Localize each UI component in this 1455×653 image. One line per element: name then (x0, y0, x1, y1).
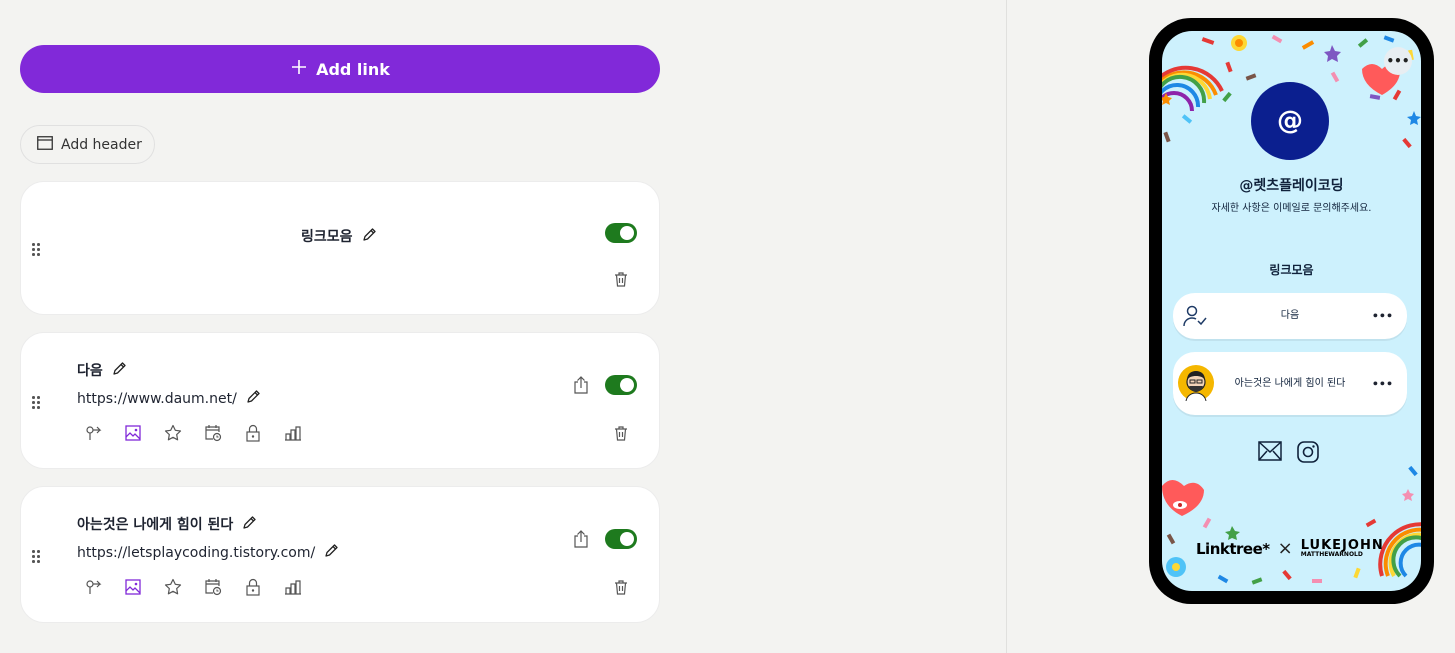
link-title: 아는것은 나에게 힘이 된다 (77, 517, 234, 533)
lock-icon[interactable] (244, 578, 262, 596)
link-card: 다음 https://www.daum.net/ (20, 332, 660, 469)
analytics-icon[interactable] (284, 578, 302, 596)
redirect-icon[interactable] (84, 424, 102, 442)
redirect-icon[interactable] (84, 578, 102, 596)
preview-link-button[interactable]: 다음 ••• (1173, 293, 1407, 339)
linktree-logo[interactable]: Linktree* (1196, 540, 1270, 558)
link-card: 아는것은 나에게 힘이 된다 https://letsplaycoding.ti… (20, 486, 660, 623)
drag-handle-icon[interactable] (32, 396, 42, 410)
link-title: 다음 (77, 363, 103, 379)
trash-icon[interactable] (612, 424, 630, 442)
avatar-text: @ (1277, 106, 1303, 136)
link-toggle[interactable] (605, 529, 637, 549)
edit-url-icon[interactable] (324, 543, 339, 562)
share-icon[interactable] (572, 530, 590, 548)
user-check-icon (1183, 305, 1207, 331)
share-icon[interactable] (572, 376, 590, 394)
schedule-icon[interactable] (204, 424, 222, 442)
more-icon[interactable]: ••• (1372, 377, 1393, 390)
edit-url-icon[interactable] (246, 389, 261, 408)
thumbnail-icon[interactable] (124, 424, 142, 442)
preview-footer: Linktree* × LUKEJOHN MATTHEWARNOLD (1196, 538, 1384, 559)
header-icon (37, 135, 53, 154)
collab-logo: LUKEJOHN MATTHEWARNOLD (1301, 539, 1384, 558)
preview-screen: ••• @ @렛츠플레이코딩 자세한 사항은 이메일로 문의해주세요. 링크모음… (1162, 31, 1421, 591)
profile-bio: 자세한 사항은 이메일로 문의해주세요. (1211, 203, 1372, 214)
instagram-icon[interactable] (1297, 441, 1319, 467)
edit-title-icon[interactable] (112, 361, 127, 380)
phone-preview: ••• @ @렛츠플레이코딩 자세한 사항은 이메일로 문의해주세요. 링크모음… (1149, 18, 1434, 604)
preview-link-label: 다음 (1280, 310, 1300, 321)
social-icons (1258, 441, 1319, 467)
drag-handle-icon[interactable] (32, 243, 42, 257)
preview-header: 링크모음 (1269, 263, 1314, 277)
thumbnail-icon[interactable] (124, 578, 142, 596)
analytics-icon[interactable] (284, 424, 302, 442)
profile-name: @렛츠플레이코딩 (1239, 178, 1344, 194)
header-card: 링크모음 (20, 181, 660, 315)
collab-subname: MATTHEWARNOLD (1300, 551, 1363, 558)
avatar-thumbnail-icon (1178, 365, 1214, 405)
add-link-label: Add link (316, 59, 390, 79)
trash-icon[interactable] (612, 578, 630, 596)
link-url: https://www.daum.net/ (77, 390, 237, 407)
plus-icon (290, 58, 308, 80)
star-icon[interactable] (164, 578, 182, 596)
preview-link-button[interactable]: 아는것은 나에게 힘이 된다 ••• (1173, 352, 1407, 415)
more-icon[interactable]: ••• (1372, 310, 1393, 323)
star-icon[interactable] (164, 424, 182, 442)
header-toggle[interactable] (605, 223, 637, 243)
add-header-label: Add header (61, 136, 142, 153)
link-toggle[interactable] (605, 375, 637, 395)
edit-title-icon[interactable] (242, 515, 257, 534)
edit-title-icon[interactable] (362, 227, 377, 246)
header-title: 링크모음 (301, 229, 353, 245)
add-link-button[interactable]: Add link (20, 45, 660, 93)
trash-icon[interactable] (612, 270, 630, 288)
link-url: https://letsplaycoding.tistory.com/ (77, 544, 316, 561)
preview-menu-button[interactable]: ••• (1384, 47, 1412, 75)
panel-divider (1006, 0, 1007, 653)
collab-x: × (1277, 538, 1293, 559)
preview-link-label: 아는것은 나에게 힘이 된다 (1234, 377, 1346, 389)
schedule-icon[interactable] (204, 578, 222, 596)
add-header-button[interactable]: Add header (20, 125, 155, 164)
drag-handle-icon[interactable] (32, 550, 42, 564)
lock-icon[interactable] (244, 424, 262, 442)
avatar: @ (1251, 82, 1329, 160)
email-icon[interactable] (1258, 441, 1282, 467)
